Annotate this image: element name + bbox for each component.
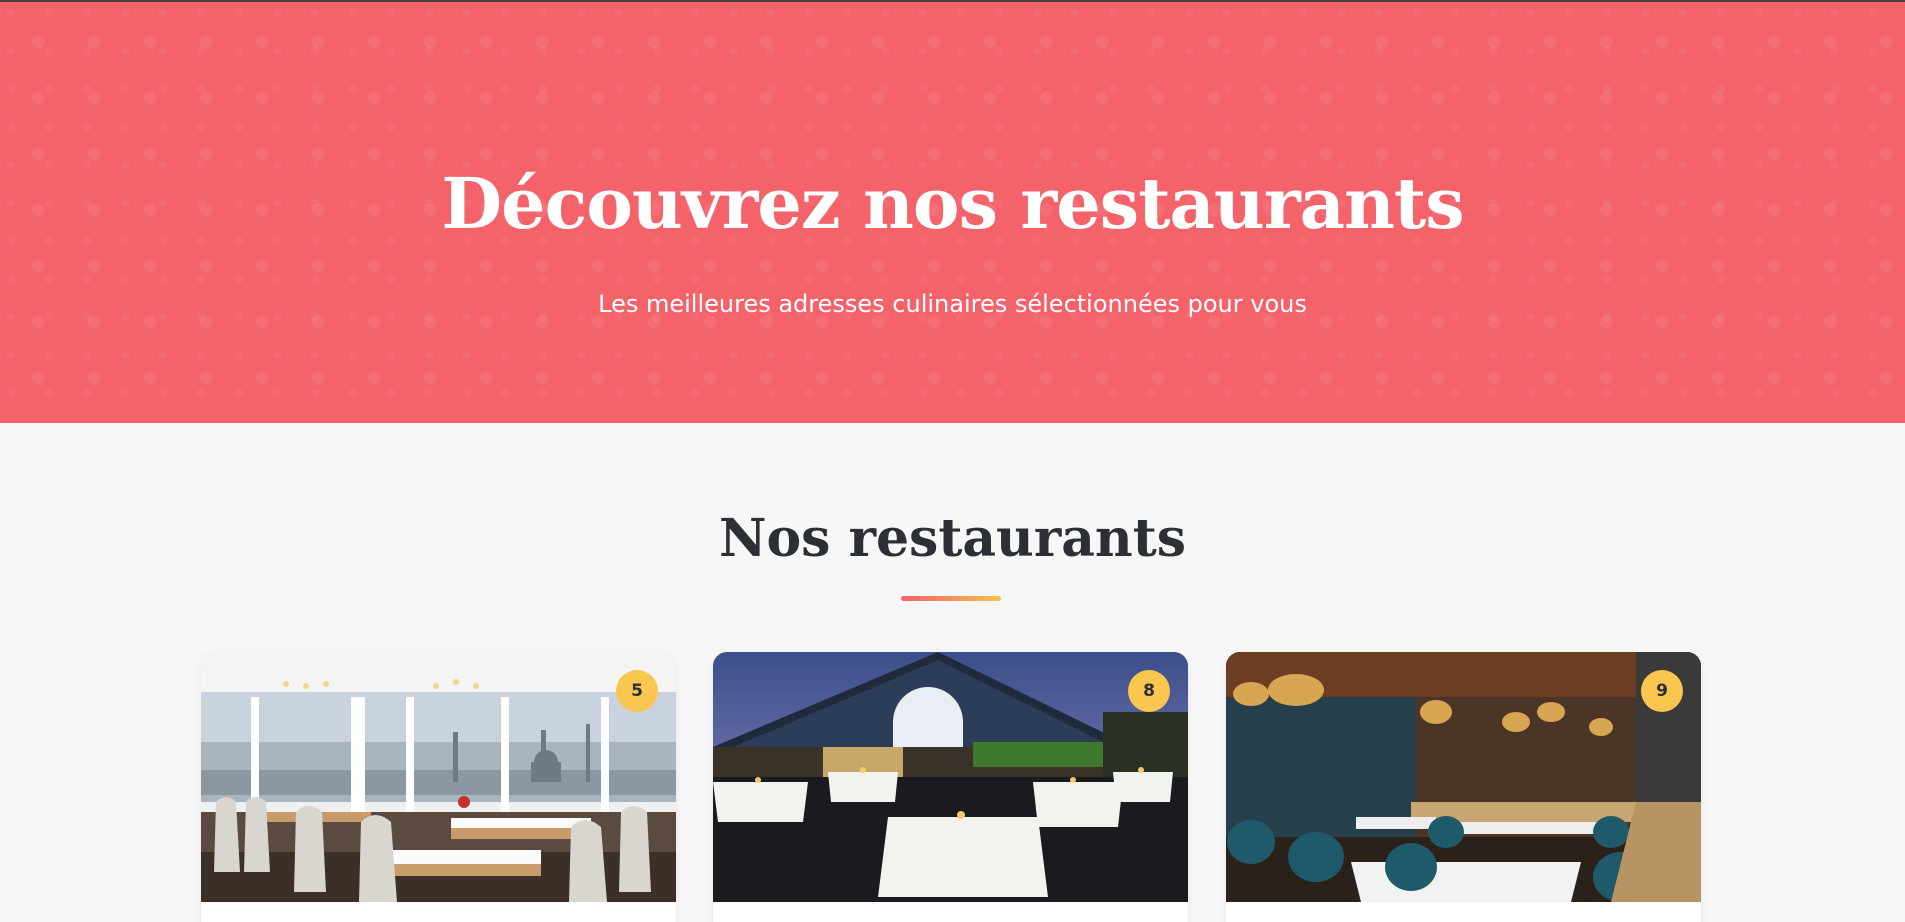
rating-badge: 5 xyxy=(616,670,658,712)
restaurant-photo[interactable] xyxy=(713,652,1188,902)
section-title: Nos restaurants xyxy=(718,508,1187,569)
rating-badge: 9 xyxy=(1641,670,1683,712)
restaurant-photo[interactable] xyxy=(201,652,676,902)
restaurant-card[interactable]: 8 xyxy=(713,652,1188,922)
section-title-underline xyxy=(901,596,1001,601)
restaurant-photo[interactable] xyxy=(1226,652,1701,902)
rating-badge: 8 xyxy=(1128,670,1170,712)
hero-banner: Découvrez nos restaurants Les meilleures… xyxy=(0,0,1905,423)
restaurant-card[interactable]: 9 xyxy=(1226,652,1701,922)
hero-title: Découvrez nos restaurants xyxy=(441,162,1464,245)
restaurant-card[interactable]: 5 xyxy=(201,652,676,922)
hero-subtitle: Les meilleures adresses culinaires sélec… xyxy=(598,290,1307,318)
